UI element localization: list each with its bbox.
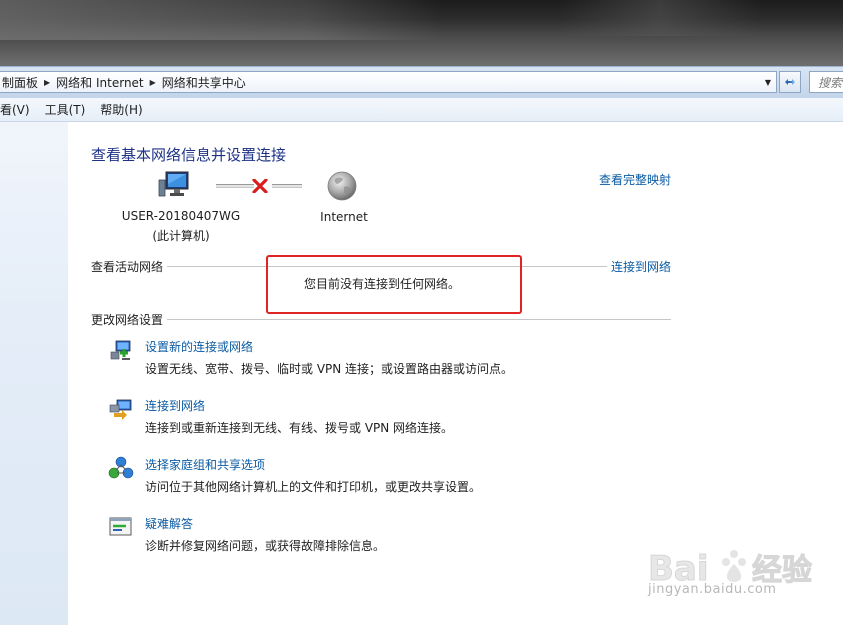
task-setup-new-connection: 设置新的连接或网络 设置无线、宽带、拨号、临时或 VPN 连接；或设置路由器或访…: [108, 338, 668, 378]
troubleshoot-desc: 诊断并修复网络问题，或获得故障排除信息。: [145, 539, 386, 553]
internet-label: Internet: [320, 210, 368, 224]
menu-help[interactable]: 帮助(H): [100, 101, 142, 118]
title-bar-glass-glow-right: [560, 0, 760, 36]
computer-sub-label: (此计算机): [152, 229, 210, 243]
refresh-button[interactable]: [779, 71, 801, 93]
section-divider: [167, 318, 671, 320]
setup-new-connection-link[interactable]: 设置新的连接或网络: [145, 338, 253, 355]
connect-to-network-desc: 连接到或重新连接到无线、有线、拨号或 VPN 网络连接。: [145, 421, 454, 435]
connect-to-network-task-link[interactable]: 连接到网络: [145, 397, 205, 414]
connection-line: [272, 184, 302, 188]
watermark-url: jingyan.baidu.com: [648, 582, 777, 597]
menu-view[interactable]: 看(V): [0, 101, 30, 118]
breadcrumb-label: 网络和共享中心: [161, 75, 246, 90]
computer-icon[interactable]: [156, 170, 190, 200]
title-bar-glass-glow: [0, 0, 440, 40]
breadcrumb-label: 网络和 Internet: [56, 75, 144, 90]
connection-line: [216, 184, 254, 188]
address-field[interactable]: 制面板 ▶ 网络和 Internet ▶ 网络和共享中心 ▼: [0, 71, 777, 93]
homegroup-sharing-desc: 访问位于其他网络计算机上的文件和打印机，或更改共享设置。: [145, 480, 482, 494]
new-connection-icon[interactable]: [108, 338, 134, 362]
no-connection-x-icon: [252, 179, 268, 193]
computer-name: USER-20180407WG: [121, 209, 241, 223]
task-troubleshoot: 疑难解答 诊断并修复网络问题，或获得故障排除信息。: [108, 515, 668, 555]
troubleshoot-link[interactable]: 疑难解答: [145, 515, 193, 532]
setup-new-connection-desc: 设置无线、宽带、拨号、临时或 VPN 连接；或设置路由器或访问点。: [145, 362, 514, 376]
breadcrumb-network-sharing-center[interactable]: 网络和共享中心: [162, 72, 246, 92]
connect-network-icon[interactable]: [108, 397, 134, 421]
menu-tools[interactable]: 工具(T): [45, 101, 86, 118]
window-title-bar: [0, 0, 843, 66]
change-settings-label: 更改网络设置: [91, 310, 168, 328]
address-bar: 制面板 ▶ 网络和 Internet ▶ 网络和共享中心 ▼ 搜索: [0, 66, 843, 98]
search-placeholder: 搜索: [818, 75, 843, 90]
connect-to-network-link[interactable]: 连接到网络: [606, 257, 671, 275]
breadcrumb-chevron-icon[interactable]: ▶: [150, 78, 156, 87]
breadcrumb-control-panel[interactable]: 制面板 ▶: [2, 72, 56, 92]
change-settings-header: 更改网络设置: [91, 310, 671, 328]
task-connect-to-network: 连接到网络 连接到或重新连接到无线、有线、拨号或 VPN 网络连接。: [108, 397, 668, 437]
homegroup-sharing-link[interactable]: 选择家庭组和共享选项: [145, 456, 265, 473]
troubleshoot-icon[interactable]: [108, 515, 134, 539]
task-homegroup-sharing: 选择家庭组和共享选项 访问位于其他网络计算机上的文件和打印机，或更改共享设置。: [108, 456, 668, 496]
red-highlight-box: [266, 255, 522, 314]
active-networks-label: 查看活动网络: [91, 257, 168, 275]
breadcrumb-label: 制面板: [2, 75, 39, 90]
navigation-pane: [0, 122, 68, 625]
search-input[interactable]: 搜索: [809, 71, 843, 93]
see-full-map-link[interactable]: 查看完整映射: [599, 171, 671, 188]
address-dropdown-icon[interactable]: ▼: [760, 72, 776, 92]
refresh-icon: [785, 79, 795, 85]
homegroup-icon[interactable]: [108, 456, 134, 480]
breadcrumb-chevron-icon[interactable]: ▶: [44, 78, 50, 87]
page-title: 查看基本网络信息并设置连接: [91, 146, 287, 164]
breadcrumb-network-internet[interactable]: 网络和 Internet ▶: [56, 72, 162, 92]
menu-bar: 看(V) 工具(T) 帮助(H): [0, 98, 843, 122]
internet-globe-icon[interactable]: [326, 170, 358, 202]
